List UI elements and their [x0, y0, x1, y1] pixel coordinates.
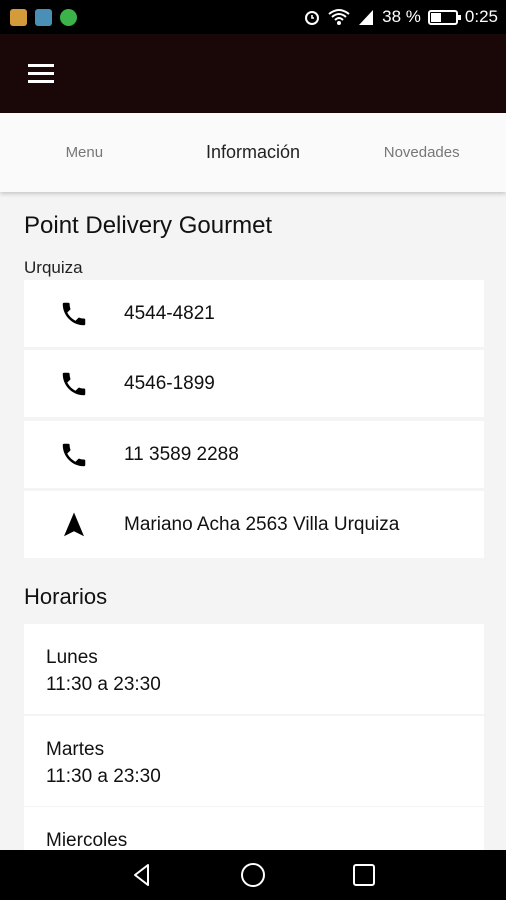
- app-bar: [0, 34, 506, 113]
- tab-bar: Menu Información Novedades: [0, 113, 506, 192]
- contact-text: 4544-4821: [124, 302, 215, 324]
- hours-item: Lunes 11:30 a 23:30: [24, 624, 484, 714]
- battery-level: [430, 12, 441, 22]
- status-bar: 38 % 0:25: [0, 0, 506, 34]
- navigation-arrow-icon: [64, 512, 84, 536]
- clipboard-notification-icon: [10, 8, 27, 26]
- tab-menu[interactable]: Menu: [0, 113, 169, 192]
- tab-novedades[interactable]: Novedades: [337, 113, 506, 192]
- recents-button[interactable]: [350, 861, 378, 889]
- wifi-icon: [328, 9, 350, 25]
- status-right: 38 % 0:25: [303, 7, 498, 27]
- hours-section-title: Horarios: [24, 584, 108, 609]
- system-nav-bar: [0, 850, 506, 900]
- clock: 0:25: [464, 7, 498, 26]
- hamburger-line: [28, 71, 54, 75]
- signal-icon: [359, 10, 374, 25]
- hours-item: Martes 11:30 a 23:30: [24, 716, 484, 806]
- contact-text: 4546-1899: [124, 372, 215, 394]
- notification-icons: [10, 8, 77, 26]
- contact-card-phone-2[interactable]: 4546-1899: [24, 350, 484, 417]
- phone-icon: [62, 302, 86, 325]
- alarm-icon: [305, 11, 320, 25]
- battery-percent: 38 %: [382, 7, 421, 26]
- hours-time: 11:30 a 23:30: [46, 674, 161, 695]
- contact-text: 11 3589 2288: [124, 443, 239, 465]
- hamburger-line: [28, 79, 54, 83]
- hours-day: Miercoles: [46, 830, 128, 850]
- back-triangle-icon: [134, 864, 149, 886]
- restaurant-subtitle: Urquiza: [24, 258, 83, 277]
- battery-icon: [427, 9, 461, 25]
- hours-time: 11:30 a 23:30: [46, 766, 161, 787]
- recents-square-icon: [353, 864, 375, 886]
- phone-icon: [62, 372, 86, 395]
- image-notification-icon: [35, 8, 52, 26]
- home-circle-icon: [241, 863, 265, 887]
- whatsapp-notification-icon: [60, 8, 77, 26]
- restaurant-title: Point Delivery Gourmet: [24, 212, 273, 239]
- back-button[interactable]: [128, 861, 156, 889]
- hamburger-line: [28, 63, 54, 67]
- hours-item: Miercoles: [24, 807, 484, 850]
- contact-card-phone-3[interactable]: 11 3589 2288: [24, 421, 484, 488]
- contact-card-phone-1[interactable]: 4544-4821: [24, 280, 484, 347]
- phone-icon: [62, 443, 86, 466]
- info-content: Point Delivery Gourmet Urquiza 4544-4821…: [0, 192, 506, 850]
- contact-text: Mariano Acha 2563 Villa Urquiza: [124, 513, 400, 535]
- contact-card-address[interactable]: Mariano Acha 2563 Villa Urquiza: [24, 491, 484, 558]
- home-button[interactable]: [239, 861, 267, 889]
- hours-day: Martes: [46, 739, 105, 760]
- tab-informacion[interactable]: Información: [169, 113, 338, 192]
- hamburger-menu-button[interactable]: [28, 58, 62, 88]
- hours-day: Lunes: [46, 647, 98, 668]
